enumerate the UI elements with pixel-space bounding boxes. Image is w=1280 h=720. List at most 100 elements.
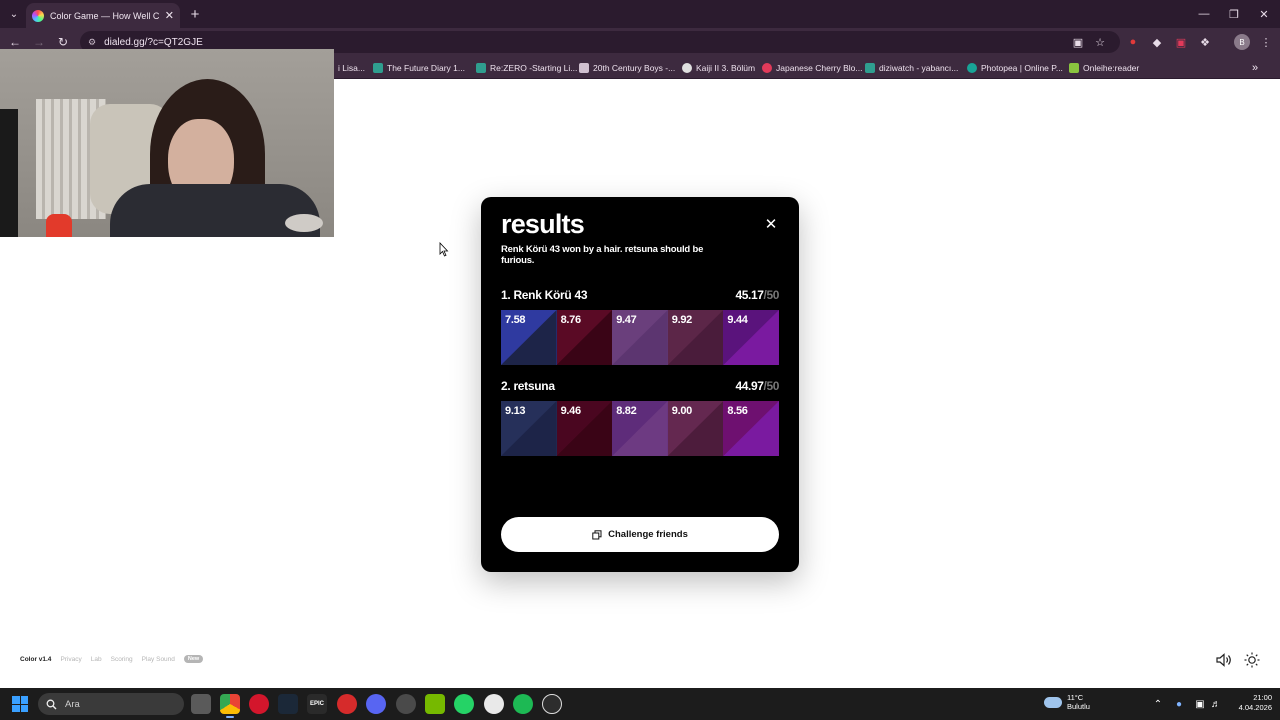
tab-search-button[interactable]: ⌄: [4, 4, 24, 24]
challenge-friends-button[interactable]: Challenge friends: [501, 517, 779, 552]
swatch-score: 8.56: [727, 405, 748, 417]
chatgpt-icon[interactable]: [542, 694, 562, 714]
swatch-score: 9.47: [616, 314, 637, 326]
steam-icon[interactable]: [278, 694, 298, 714]
new-tab-button[interactable]: +: [186, 5, 204, 23]
profile-avatar[interactable]: B: [1234, 34, 1250, 50]
privacy-link[interactable]: Privacy: [60, 656, 81, 663]
spotify-icon[interactable]: [513, 694, 533, 714]
search-icon: [46, 699, 57, 709]
windows-taskbar: Ara EPIC 11°C Bulutlu ⌃ ● ▣ ♬ 21:00 4.04…: [0, 688, 1280, 720]
player-score: 44.97/50: [735, 379, 779, 393]
bookmark-favicon-icon: [373, 62, 383, 73]
extension-red-icon[interactable]: ●: [1125, 34, 1141, 50]
obs-icon[interactable]: [396, 694, 416, 714]
red-app-icon[interactable]: [337, 694, 357, 714]
cloud-icon: [1044, 696, 1062, 708]
bookmark-favicon-icon: [682, 62, 692, 73]
swatch-score: 9.00: [671, 405, 693, 417]
color-swatch: 8.76: [556, 310, 613, 365]
bookmarks-overflow-icon[interactable]: »: [1252, 60, 1258, 75]
start-menu-icon[interactable]: [12, 696, 28, 712]
bookmark-item[interactable]: Kaiji II 3. Bölüm: [682, 60, 755, 75]
bookmark-favicon-icon: [1069, 62, 1079, 73]
bookmark-star-icon[interactable]: ☆: [1092, 34, 1108, 50]
theme-toggle-icon[interactable]: [1244, 652, 1260, 668]
weather-temp: 11°C: [1067, 693, 1084, 702]
bookmark-item[interactable]: The Future Diary 1...: [373, 60, 465, 75]
extensions-puzzle-icon[interactable]: ❖: [1197, 34, 1213, 50]
swatch-row: 9.13 9.46 8.82 9.00 8.56: [501, 401, 779, 456]
site-favicon-icon: [32, 9, 44, 22]
challenge-friends-label: Challenge friends: [608, 529, 688, 540]
microphone-icon[interactable]: ●: [1171, 696, 1187, 712]
bookmark-item[interactable]: Japanese Cherry Blo...: [762, 60, 862, 75]
browser-tab[interactable]: Color Game — How Well Can You ✕: [26, 3, 180, 28]
bookmark-favicon-icon: [762, 62, 772, 73]
close-window-button[interactable]: ✕: [1252, 5, 1276, 23]
maximize-button[interactable]: ❐: [1222, 5, 1246, 23]
taskbar-search-input[interactable]: Ara: [38, 693, 184, 715]
site-info-icon[interactable]: ⚙: [88, 37, 96, 48]
bookmark-favicon-icon: [579, 62, 589, 73]
mouse-cursor-icon: [439, 242, 449, 257]
copy-icon: [592, 529, 602, 539]
results-heading: results: [501, 209, 585, 239]
clock-date: 4.04.2026: [1238, 703, 1272, 712]
swatch-row: 7.58 8.76 9.47 9.92 9.44: [501, 310, 779, 365]
swatch-score: 9.46: [560, 405, 582, 417]
webcam-overlay: [0, 49, 334, 237]
player-name: 2. retsuna: [501, 379, 555, 393]
bookmark-item[interactable]: i Lisa...: [338, 60, 365, 75]
menu-kebab-icon[interactable]: ⋮: [1258, 34, 1274, 50]
whatsapp-icon[interactable]: [454, 694, 474, 714]
minimize-button[interactable]: —: [1192, 5, 1216, 23]
opera-icon[interactable]: [249, 694, 269, 714]
system-clock[interactable]: 21:00 4.04.2026: [1226, 693, 1272, 713]
bookmark-item[interactable]: Re:ZERO -Starting Li...: [476, 60, 577, 75]
bookmark-favicon-icon: [865, 62, 875, 73]
swatch-score: 7.58: [505, 314, 526, 326]
page-footer: Color v1.4 Privacy Lab Scoring Play Soun…: [20, 655, 204, 663]
version-label: Color v1.4: [20, 655, 52, 663]
lab-link[interactable]: Lab: [91, 656, 102, 663]
discord-icon[interactable]: [366, 694, 386, 714]
volume-icon[interactable]: ♬: [1208, 696, 1224, 712]
extension-pocket-icon[interactable]: ▣: [1173, 34, 1189, 50]
install-app-icon[interactable]: ▣: [1070, 34, 1086, 50]
tab-strip: ⌄ Color Game — How Well Can You ✕ + — ❐ …: [0, 0, 1280, 28]
results-summary: Renk Körü 43 won by a hair. retsuna shou…: [501, 244, 704, 266]
extension-diamond-icon[interactable]: ◆: [1149, 34, 1165, 50]
color-swatch: 9.13: [501, 401, 557, 456]
swatch-score: 8.82: [616, 405, 637, 417]
swatch-score: 8.76: [560, 314, 582, 326]
task-view-icon[interactable]: [191, 694, 211, 714]
tray-overflow-icon[interactable]: ⌃: [1150, 696, 1166, 712]
chrome-icon[interactable]: [220, 694, 240, 718]
epic-games-icon[interactable]: EPIC: [307, 694, 327, 714]
swatch-score: 9.92: [671, 314, 693, 326]
nvidia-icon[interactable]: [425, 694, 445, 714]
bookmark-item[interactable]: Onleihe:reader: [1069, 60, 1139, 75]
close-icon[interactable]: ✕: [763, 216, 779, 233]
scoring-link[interactable]: Scoring: [111, 656, 133, 663]
play-sound-link[interactable]: Play Sound: [142, 656, 175, 663]
bookmark-item[interactable]: diziwatch - yabancı...: [865, 60, 958, 75]
player-score: 45.17/50: [735, 288, 779, 302]
tab-close-icon[interactable]: ✕: [165, 9, 174, 22]
bookmark-item[interactable]: Photopea | Online P...: [967, 60, 1063, 75]
network-icon[interactable]: ▣: [1192, 696, 1208, 712]
bookmark-favicon-icon: [967, 62, 977, 73]
weather-desc: Bulutlu: [1067, 702, 1090, 711]
results-modal: results ✕ Renk Körü 43 won by a hair. re…: [481, 197, 799, 572]
sound-toggle-icon[interactable]: [1216, 652, 1232, 668]
panda-app-icon[interactable]: [484, 694, 504, 714]
tab-title: Color Game — How Well Can You: [50, 10, 159, 21]
player-name: 1. Renk Körü 43: [501, 288, 588, 302]
bookmark-item[interactable]: 20th Century Boys -...: [579, 60, 675, 75]
swatch-score: 9.13: [505, 405, 526, 417]
color-swatch: 9.47: [612, 310, 668, 365]
weather-widget[interactable]: 11°C Bulutlu: [1044, 693, 1090, 711]
color-swatch: 8.56: [723, 401, 779, 456]
color-swatch: 9.92: [667, 310, 724, 365]
